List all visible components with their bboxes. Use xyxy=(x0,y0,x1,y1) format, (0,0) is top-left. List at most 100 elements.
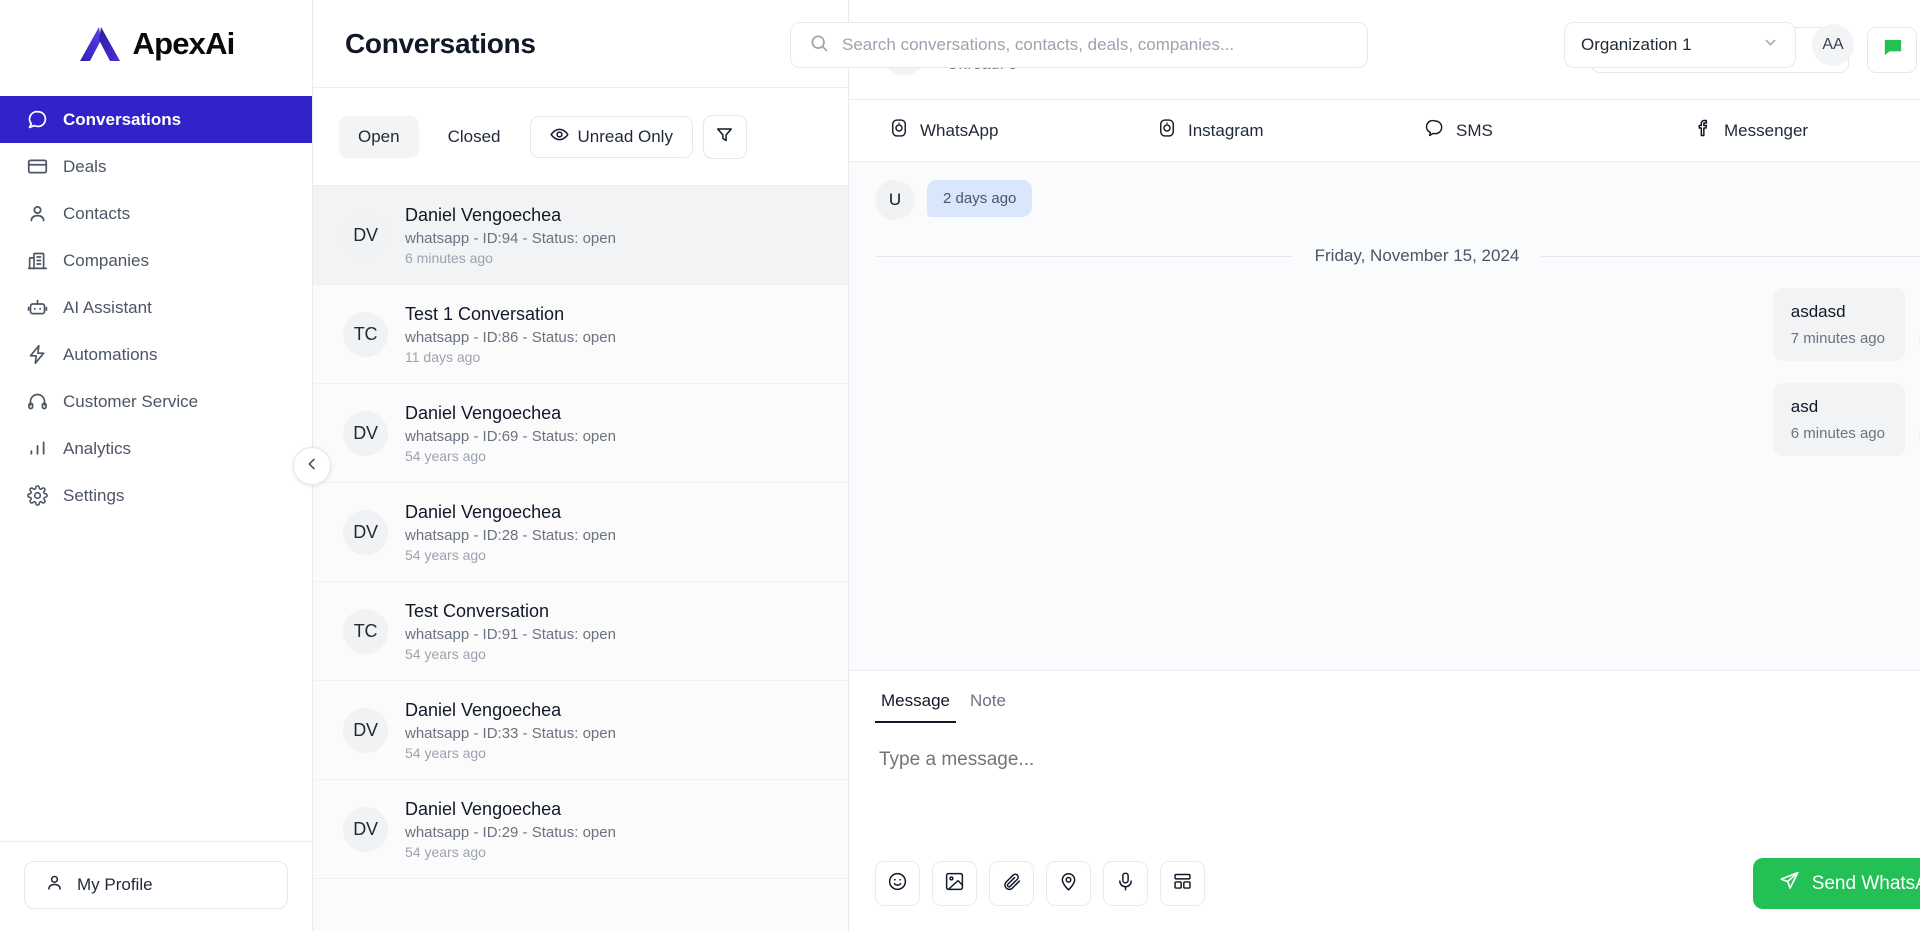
conversation-items-scroll[interactable]: DV Daniel Vengoechea whatsapp - ID:94 - … xyxy=(313,186,848,931)
location-pin-icon xyxy=(1058,871,1079,897)
filter-unread-only-button[interactable]: Unread Only xyxy=(530,116,693,158)
filter-tab-closed[interactable]: Closed xyxy=(429,116,520,158)
conversation-item-body: Daniel Vengoechea whatsapp - ID:69 - Sta… xyxy=(405,403,616,464)
conversation-name: Daniel Vengoechea xyxy=(405,799,616,820)
sidebar-item-companies[interactable]: Companies xyxy=(0,237,312,284)
conversation-list-item[interactable]: DV Daniel Vengoechea whatsapp - ID:69 - … xyxy=(313,384,848,483)
my-profile-label: My Profile xyxy=(77,875,153,895)
sidebar-item-label: Contacts xyxy=(63,204,130,224)
message-input[interactable] xyxy=(875,745,1920,771)
my-profile-button[interactable]: My Profile xyxy=(24,861,288,909)
conversation-time: 54 years ago xyxy=(405,646,616,662)
conversation-meta: whatsapp - ID:69 - Status: open xyxy=(405,428,616,445)
chat-bubble-icon xyxy=(26,109,48,131)
paper-plane-icon xyxy=(1779,870,1800,897)
send-whatsapp-button[interactable]: Send WhatsApp xyxy=(1753,858,1920,909)
brand-name: ApexAi xyxy=(132,26,234,62)
tab-sms[interactable]: SMS xyxy=(1425,100,1693,162)
share-location-button[interactable] xyxy=(1046,861,1091,906)
sidebar-item-settings[interactable]: Settings xyxy=(0,472,312,519)
avatar: DV xyxy=(343,411,388,456)
conversation-list-item[interactable]: TC Test 1 Conversation whatsapp - ID:86 … xyxy=(313,285,848,384)
sidebar: ApexAi Conversations Deals Contacts xyxy=(0,0,313,931)
conversation-list-item[interactable]: TC Test Conversation whatsapp - ID:91 - … xyxy=(313,582,848,681)
separator-line-right xyxy=(1541,256,1920,257)
template-button[interactable] xyxy=(1160,861,1205,906)
sidebar-item-label: Customer Service xyxy=(63,392,198,412)
search-box[interactable] xyxy=(790,22,1368,68)
avatar: TC xyxy=(343,609,388,654)
message-row-incoming: U 2 days ago xyxy=(875,180,1920,220)
conversation-list-item[interactable]: DV Daniel Vengoechea whatsapp - ID:29 - … xyxy=(313,780,848,879)
record-audio-button[interactable] xyxy=(1103,861,1148,906)
separator-line-left xyxy=(875,256,1293,257)
conversation-item-body: Daniel Vengoechea whatsapp - ID:28 - Sta… xyxy=(405,502,616,563)
conversation-name: Daniel Vengoechea xyxy=(405,502,616,523)
tab-message[interactable]: Message xyxy=(875,691,956,723)
message-text: asd xyxy=(1791,397,1885,417)
conversation-item-body: Daniel Vengoechea whatsapp - ID:33 - Sta… xyxy=(405,700,616,761)
channel-label: Messenger xyxy=(1724,121,1808,141)
messenger-icon xyxy=(1693,118,1713,143)
advanced-filter-button[interactable] xyxy=(703,115,747,159)
sms-bubble-icon xyxy=(1425,118,1445,143)
filter-open-label: Open xyxy=(358,127,400,147)
conversation-name: Daniel Vengoechea xyxy=(405,700,616,721)
filter-unread-label: Unread Only xyxy=(578,127,673,147)
sidebar-item-customer-service[interactable]: Customer Service xyxy=(0,378,312,425)
conversation-list-item[interactable]: DV Daniel Vengoechea whatsapp - ID:94 - … xyxy=(313,186,848,285)
conversation-meta: whatsapp - ID:86 - Status: open xyxy=(405,329,616,346)
sidebar-item-automations[interactable]: Automations xyxy=(0,331,312,378)
composer-tabs: Message Note xyxy=(875,691,1920,723)
sidebar-item-deals[interactable]: Deals xyxy=(0,143,312,190)
message-time: 6 minutes ago xyxy=(1791,425,1885,442)
filter-tab-open[interactable]: Open xyxy=(339,116,419,158)
message-thread[interactable]: U 2 days ago Friday, November 15, 2024 a… xyxy=(849,162,1920,670)
message-bubble-outgoing: asdasd 7 minutes ago xyxy=(1773,288,1905,361)
gear-icon xyxy=(26,485,48,507)
conversation-list-item[interactable]: DV Daniel Vengoechea whatsapp - ID:33 - … xyxy=(313,681,848,780)
attach-image-button[interactable] xyxy=(932,861,977,906)
attach-file-button[interactable] xyxy=(989,861,1034,906)
conversation-meta: whatsapp - ID:91 - Status: open xyxy=(405,626,616,643)
global-search xyxy=(790,22,1368,68)
channel-label: SMS xyxy=(1456,121,1493,141)
date-separator: Friday, November 15, 2024 xyxy=(875,246,1920,266)
conversation-list-header: Conversations xyxy=(313,0,848,88)
sidebar-item-conversations[interactable]: Conversations xyxy=(0,96,312,143)
send-button-label: Send WhatsApp xyxy=(1812,873,1920,895)
avatar: DV xyxy=(343,807,388,852)
search-input[interactable] xyxy=(842,35,1349,55)
avatar: TC xyxy=(343,312,388,357)
whatsapp-channel-button[interactable] xyxy=(1867,27,1917,73)
tab-whatsapp[interactable]: WhatsApp xyxy=(889,100,1157,162)
sidebar-item-analytics[interactable]: Analytics xyxy=(0,425,312,472)
tab-messenger[interactable]: Messenger xyxy=(1693,100,1920,162)
conversation-list-panel: Conversations Open Closed Unread Only xyxy=(313,0,849,931)
card-icon xyxy=(26,156,48,178)
conversation-filter-bar: Open Closed Unread Only xyxy=(313,88,848,186)
microphone-icon xyxy=(1115,871,1136,897)
bar-chart-icon xyxy=(26,438,48,460)
conversation-name: Daniel Vengoechea xyxy=(405,403,616,424)
eye-icon xyxy=(550,125,569,149)
building-icon xyxy=(26,250,48,272)
tab-note[interactable]: Note xyxy=(964,691,1012,723)
brand-logo[interactable]: ApexAi xyxy=(0,0,312,88)
conversation-list-item[interactable]: DV Daniel Vengoechea whatsapp - ID:28 - … xyxy=(313,483,848,582)
topbar-right: Organization 1 AA xyxy=(1564,22,1854,68)
organization-selector[interactable]: Organization 1 xyxy=(1564,22,1796,68)
emoji-button[interactable] xyxy=(875,861,920,906)
sidebar-item-contacts[interactable]: Contacts xyxy=(0,190,312,237)
search-icon xyxy=(809,33,829,58)
conversation-item-body: Daniel Vengoechea whatsapp - ID:94 - Sta… xyxy=(405,205,616,266)
conversation-time: 6 minutes ago xyxy=(405,250,616,266)
sidebar-collapse-button[interactable] xyxy=(293,447,331,485)
chat-bubble-filled-icon xyxy=(1881,36,1904,64)
chevron-down-icon xyxy=(1762,34,1779,56)
sidebar-spacer xyxy=(0,519,312,841)
sidebar-item-ai-assistant[interactable]: AI Assistant xyxy=(0,284,312,331)
user-avatar[interactable]: AA xyxy=(1812,24,1854,66)
tab-instagram[interactable]: Instagram xyxy=(1157,100,1425,162)
sidebar-item-label: Automations xyxy=(63,345,158,365)
